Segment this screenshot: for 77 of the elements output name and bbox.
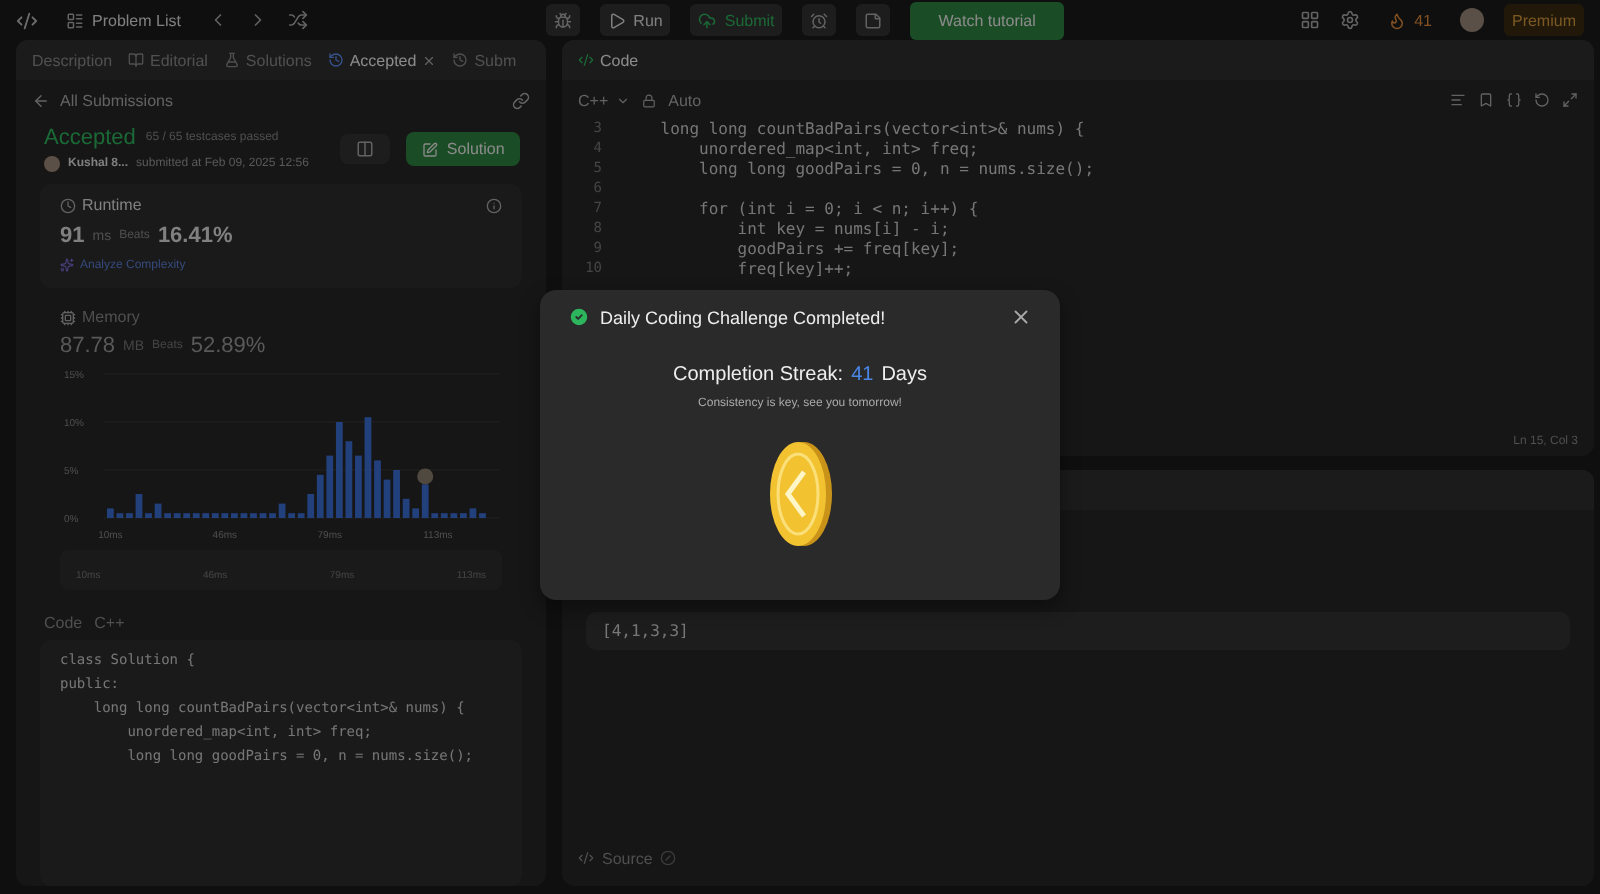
code-line: goodPairs += freq[key]; xyxy=(735,239,960,257)
format-icon[interactable] xyxy=(1450,92,1466,108)
code-line: freq[key]++; xyxy=(735,259,854,277)
undo-icon[interactable] xyxy=(1534,92,1550,108)
dialog-title: Daily Coding Challenge Completed! xyxy=(600,307,886,327)
solution-button[interactable]: Solution xyxy=(406,132,521,166)
alarm-button[interactable] xyxy=(802,4,837,36)
watch-tutorial-button[interactable]: Watch tutorial xyxy=(910,1,1064,39)
chevron-down-icon xyxy=(616,93,631,107)
accepted-status: Accepted xyxy=(44,126,136,150)
language-dropdown[interactable]: C++ xyxy=(578,84,631,116)
info-icon[interactable] xyxy=(486,197,502,213)
language-label: C++ xyxy=(94,614,125,632)
runtime-beats: 16.41% xyxy=(157,224,233,248)
code-line: unordered_map<int, int> freq; xyxy=(697,139,979,157)
code-line: int key = nums[i] - i; xyxy=(735,219,950,237)
mode-label: Auto xyxy=(668,91,702,109)
memory-beats: 52.89% xyxy=(190,334,266,358)
source-button[interactable]: Source xyxy=(578,842,653,874)
code-icon xyxy=(578,52,594,68)
premium-button[interactable]: Premium xyxy=(1503,4,1584,36)
memory-icon xyxy=(60,309,76,325)
back-arrow-icon[interactable] xyxy=(32,92,50,110)
note-button[interactable] xyxy=(856,4,891,36)
streak-value: 41 xyxy=(851,364,874,386)
code-line: long long goodPairs = 0, n = nums.size(); xyxy=(697,159,1095,177)
close-tab-icon[interactable] xyxy=(422,53,437,67)
code-label: Code xyxy=(44,614,83,632)
runtime-value: 91 xyxy=(60,224,85,248)
submit-button[interactable]: Submit xyxy=(690,4,783,36)
memory-value: 87.78 xyxy=(60,334,116,358)
logo-icon[interactable] xyxy=(16,9,38,31)
author-avatar xyxy=(44,156,60,172)
memory-title: Memory xyxy=(82,308,140,326)
play-icon xyxy=(607,11,626,29)
code-icon xyxy=(578,850,594,866)
code-tab[interactable]: Code xyxy=(578,51,639,69)
debug-button[interactable] xyxy=(545,4,580,36)
pen-square-icon xyxy=(422,141,439,157)
avatar-marker xyxy=(417,468,434,485)
streak-unit: Days xyxy=(881,364,927,386)
link-icon[interactable] xyxy=(512,92,530,110)
cloud-upload-icon xyxy=(698,11,717,29)
streak-counter[interactable]: 41 xyxy=(1380,4,1440,36)
sparkle-icon xyxy=(60,258,74,272)
panel-tab[interactable]: Accepted xyxy=(327,51,437,69)
streak-label: Completion Streak: xyxy=(673,364,844,386)
tab-icon xyxy=(327,52,344,68)
shuffle-icon[interactable] xyxy=(288,10,309,30)
testcase-input[interactable]: [4,1,3,3] xyxy=(586,612,1570,650)
split-view-icon xyxy=(356,140,375,158)
tab-icon xyxy=(128,52,145,68)
all-submissions-link[interactable]: All Submissions xyxy=(60,92,173,110)
code-line: long long countBadPairs(vector<int>& nums) { xyxy=(658,119,1085,137)
bookmark-icon[interactable] xyxy=(1478,92,1494,108)
lock-icon xyxy=(642,93,657,107)
bug-icon xyxy=(553,11,572,29)
problem-list-button[interactable]: Problem List xyxy=(58,4,189,36)
tab-icon xyxy=(452,52,469,68)
expand-icon[interactable] xyxy=(1562,92,1578,108)
list-icon xyxy=(66,11,84,29)
runtime-title: Runtime xyxy=(82,196,142,214)
alarm-clock-icon xyxy=(810,11,829,29)
close-icon[interactable] xyxy=(1010,306,1032,328)
clock-icon xyxy=(60,197,76,213)
coin-drawing xyxy=(766,438,834,550)
compare-button[interactable] xyxy=(340,134,391,164)
tab-icon xyxy=(223,52,240,68)
braces-icon[interactable] xyxy=(1506,92,1522,108)
avatar[interactable] xyxy=(1459,8,1484,32)
code-line: for (int i = 0; i < n; i++) { xyxy=(697,199,979,217)
note-icon xyxy=(864,11,883,29)
grid-icon[interactable] xyxy=(1300,10,1321,30)
check-circle-icon xyxy=(568,306,590,328)
run-button[interactable]: Run xyxy=(599,4,671,36)
settings-icon[interactable] xyxy=(1340,10,1361,30)
flame-icon xyxy=(1388,11,1407,29)
